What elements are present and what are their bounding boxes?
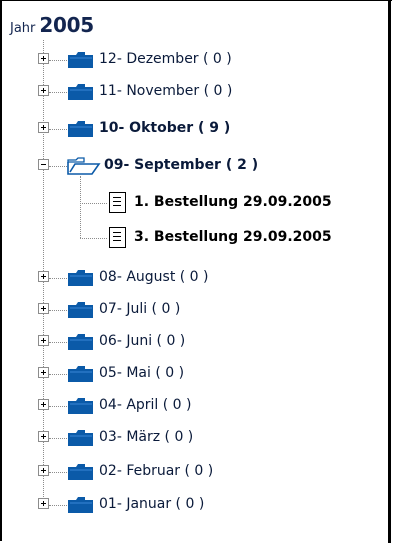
month-row[interactable]: 08- August ( 0 ) bbox=[0, 262, 392, 294]
document-icon bbox=[109, 192, 126, 213]
expand-toggle-icon[interactable] bbox=[38, 122, 49, 133]
folder-closed-icon bbox=[67, 495, 95, 519]
order-link[interactable]: 1. Bestellung 29.09.2005 bbox=[134, 194, 332, 210]
month-label[interactable]: 12- Dezember ( 0 ) bbox=[99, 51, 232, 67]
row-connector bbox=[49, 438, 67, 439]
month-label[interactable]: 04- April ( 0 ) bbox=[99, 397, 192, 413]
month-row[interactable]: 02- Februar ( 0 ) bbox=[0, 456, 392, 488]
month-label[interactable]: 09- September ( 2 ) bbox=[104, 157, 258, 173]
row-connector bbox=[49, 166, 67, 167]
month-row[interactable]: 12- Dezember ( 0 ) bbox=[0, 44, 392, 76]
month-label[interactable]: 05- Mai ( 0 ) bbox=[99, 365, 184, 381]
month-row[interactable]: 03- März ( 0 ) bbox=[0, 422, 392, 454]
order-row[interactable]: 1. Bestellung 29.09.2005 bbox=[0, 187, 392, 219]
month-row[interactable]: 01- Januar ( 0 ) bbox=[0, 489, 392, 521]
folder-closed-icon bbox=[67, 300, 95, 324]
month-label[interactable]: 10- Oktober ( 9 ) bbox=[99, 120, 230, 136]
month-label[interactable]: 06- Juni ( 0 ) bbox=[99, 333, 185, 349]
month-label[interactable]: 07- Juli ( 0 ) bbox=[99, 301, 180, 317]
row-connector bbox=[49, 129, 67, 130]
month-row[interactable]: 05- Mai ( 0 ) bbox=[0, 358, 392, 390]
folder-closed-icon bbox=[67, 396, 95, 420]
month-label[interactable]: 03- März ( 0 ) bbox=[99, 429, 193, 445]
row-connector bbox=[80, 238, 107, 239]
collapse-toggle-icon[interactable] bbox=[38, 159, 49, 170]
folder-closed-icon bbox=[67, 364, 95, 388]
row-connector bbox=[49, 342, 67, 343]
month-label[interactable]: 02- Februar ( 0 ) bbox=[99, 463, 213, 479]
folder-closed-icon bbox=[67, 82, 95, 106]
row-connector bbox=[49, 60, 67, 61]
folder-closed-icon bbox=[67, 462, 95, 486]
expand-toggle-icon[interactable] bbox=[38, 399, 49, 410]
folder-closed-icon bbox=[67, 428, 95, 452]
order-link[interactable]: 3. Bestellung 29.09.2005 bbox=[134, 229, 332, 245]
row-connector bbox=[80, 203, 107, 204]
row-connector bbox=[49, 472, 67, 473]
expand-toggle-icon[interactable] bbox=[38, 431, 49, 442]
row-connector bbox=[49, 406, 67, 407]
month-label[interactable]: 08- August ( 0 ) bbox=[99, 269, 209, 285]
folder-open-icon bbox=[67, 156, 101, 180]
month-row[interactable]: 04- April ( 0 ) bbox=[0, 390, 392, 422]
month-label[interactable]: 01- Januar ( 0 ) bbox=[99, 496, 204, 512]
month-row[interactable]: 10- Oktober ( 9 ) bbox=[0, 113, 392, 145]
expand-toggle-icon[interactable] bbox=[38, 335, 49, 346]
month-row[interactable]: 07- Juli ( 0 ) bbox=[0, 294, 392, 326]
expand-toggle-icon[interactable] bbox=[38, 271, 49, 282]
month-row[interactable]: 06- Juni ( 0 ) bbox=[0, 326, 392, 358]
row-connector bbox=[49, 505, 67, 506]
expand-toggle-icon[interactable] bbox=[38, 465, 49, 476]
expand-toggle-icon[interactable] bbox=[38, 367, 49, 378]
expand-toggle-icon[interactable] bbox=[38, 303, 49, 314]
month-row[interactable]: 11- November ( 0 ) bbox=[0, 76, 392, 108]
expand-toggle-icon[interactable] bbox=[38, 498, 49, 509]
month-label[interactable]: 11- November ( 0 ) bbox=[99, 83, 232, 99]
row-connector bbox=[49, 92, 67, 93]
order-row[interactable]: 3. Bestellung 29.09.2005 bbox=[0, 222, 392, 254]
document-icon bbox=[109, 227, 126, 248]
month-row[interactable]: 09- September ( 2 ) bbox=[0, 150, 392, 182]
folder-closed-icon bbox=[67, 268, 95, 292]
row-connector bbox=[49, 310, 67, 311]
month-tree: 12- Dezember ( 0 ) 11- November ( 0 ) 10- … bbox=[0, 0, 392, 543]
folder-closed-icon bbox=[67, 119, 95, 143]
folder-closed-icon bbox=[67, 50, 95, 74]
row-connector bbox=[49, 278, 67, 279]
folder-closed-icon bbox=[67, 332, 95, 356]
row-connector bbox=[49, 374, 67, 375]
expand-toggle-icon[interactable] bbox=[38, 85, 49, 96]
expand-toggle-icon[interactable] bbox=[38, 53, 49, 64]
